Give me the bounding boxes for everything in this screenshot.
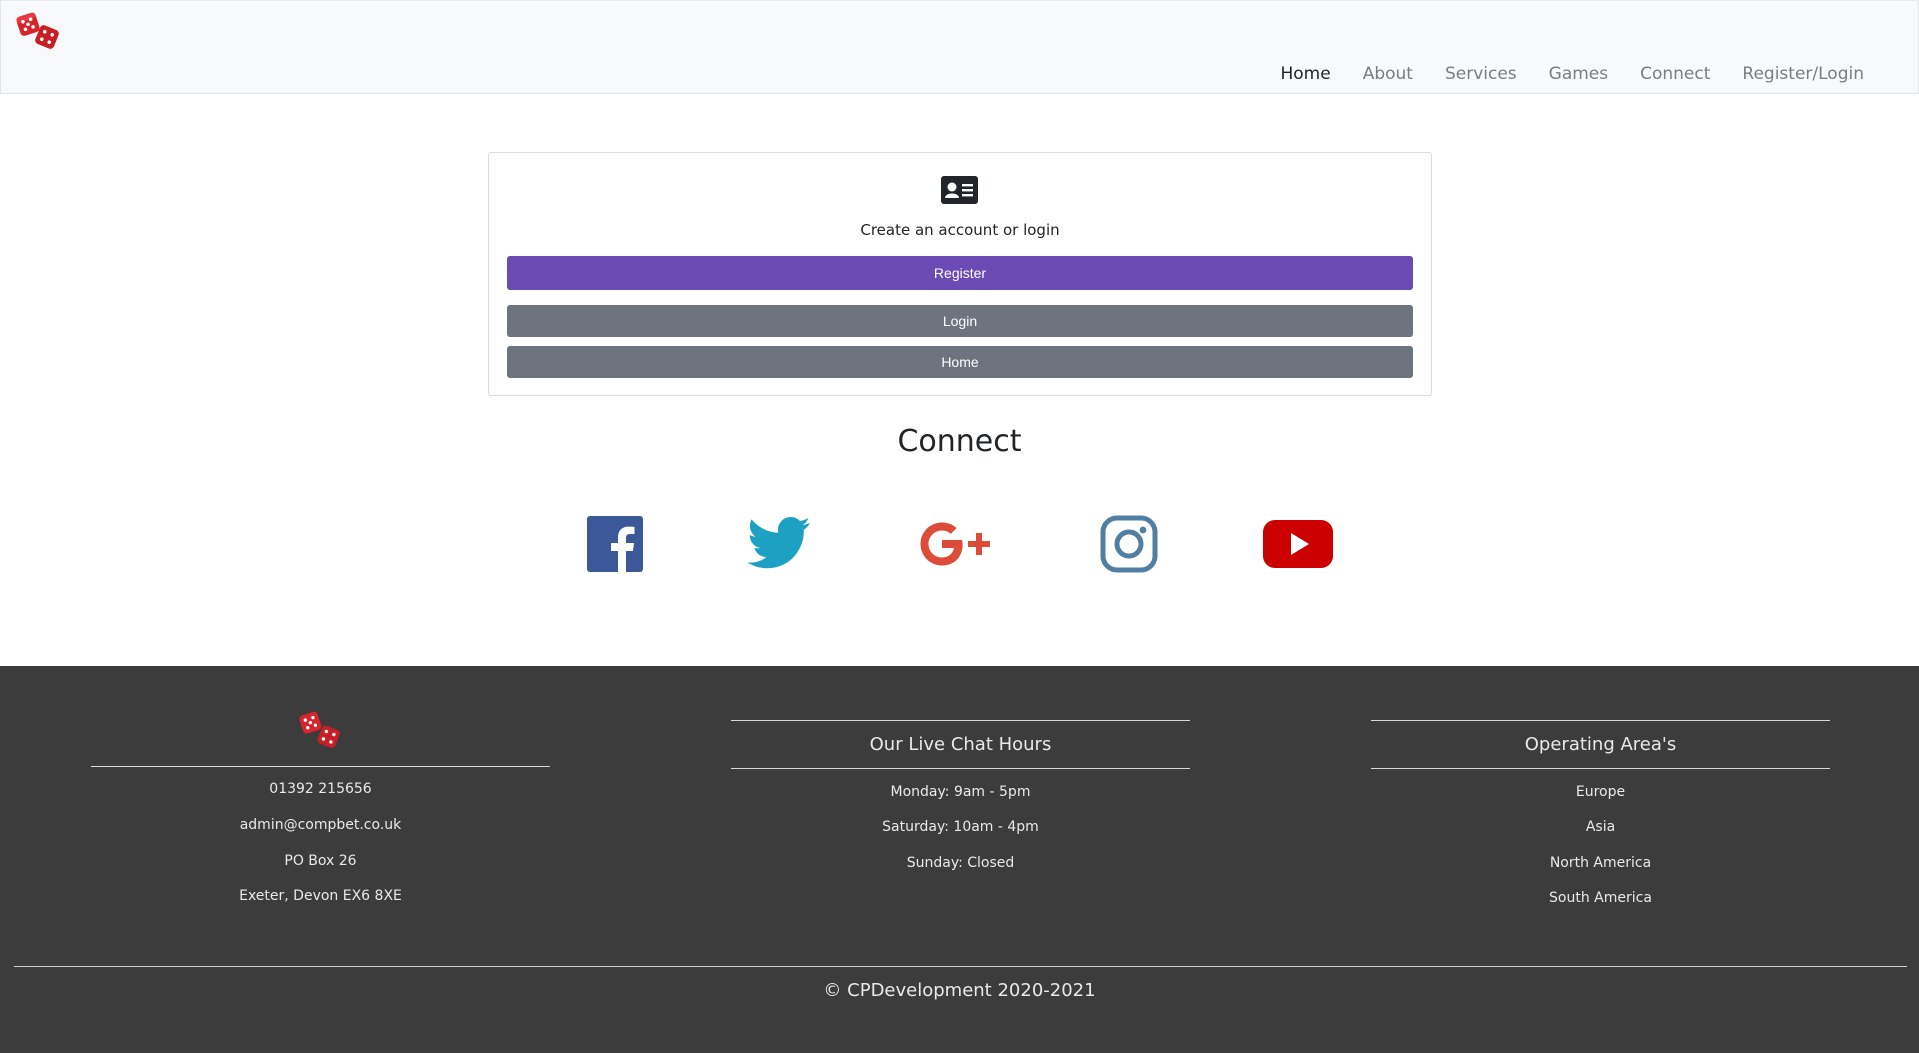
area-europe: Europe [1575, 784, 1626, 800]
divider [1371, 768, 1830, 769]
email-address: admin@compbet.co.uk [239, 817, 402, 833]
nav-link-services[interactable]: Services [1429, 63, 1533, 85]
divider [731, 768, 1190, 769]
facebook-icon[interactable] [587, 515, 643, 573]
copyright-text: © CPDevelopment 2020-2021 [823, 980, 1096, 1001]
operating-areas-title: Operating Area's [1524, 734, 1677, 755]
divider [1371, 720, 1830, 721]
register-button[interactable]: Register [507, 256, 1413, 290]
auth-card: Create an account or login Register Logi… [488, 152, 1432, 396]
card-prompt-text: Create an account or login [860, 221, 1060, 239]
nav-link-register-login[interactable]: Register/Login [1726, 63, 1880, 85]
chat-hours-sunday: Sunday: Closed [906, 855, 1015, 871]
twitter-icon[interactable] [746, 515, 812, 573]
dice-icon [298, 710, 342, 750]
area-north-america: North America [1549, 855, 1652, 871]
address-city: Exeter, Devon EX6 8XE [239, 888, 402, 904]
login-button[interactable]: Login [507, 305, 1413, 337]
navbar: Home About Services Games Connect Regist… [0, 0, 1919, 94]
po-box: PO Box 26 [284, 853, 357, 869]
google-plus-icon[interactable] [916, 515, 996, 573]
home-button[interactable]: Home [507, 346, 1413, 378]
youtube-icon[interactable] [1263, 515, 1333, 573]
footer-divider [14, 966, 1907, 967]
nav-link-connect[interactable]: Connect [1624, 63, 1726, 85]
footer: 01392 215656 admin@compbet.co.uk PO Box … [0, 666, 1919, 1053]
nav-link-games[interactable]: Games [1533, 63, 1624, 85]
chat-hours-monday: Monday: 9am - 5pm [890, 784, 1031, 800]
nav-links: Home About Services Games Connect Regist… [1264, 63, 1880, 85]
phone-number: 01392 215656 [269, 781, 372, 797]
nav-link-about[interactable]: About [1347, 63, 1429, 85]
area-south-america: South America [1549, 890, 1652, 906]
chat-hours-saturday: Saturday: 10am - 4pm [882, 819, 1039, 835]
divider [91, 766, 550, 767]
id-card-icon [941, 176, 978, 204]
nav-link-home[interactable]: Home [1264, 63, 1346, 85]
chat-hours-title: Our Live Chat Hours [869, 734, 1052, 755]
connect-title: Connect [897, 424, 1022, 459]
dice-icon[interactable] [15, 10, 63, 50]
area-asia: Asia [1585, 819, 1616, 835]
divider [731, 720, 1190, 721]
instagram-icon[interactable] [1100, 515, 1158, 573]
